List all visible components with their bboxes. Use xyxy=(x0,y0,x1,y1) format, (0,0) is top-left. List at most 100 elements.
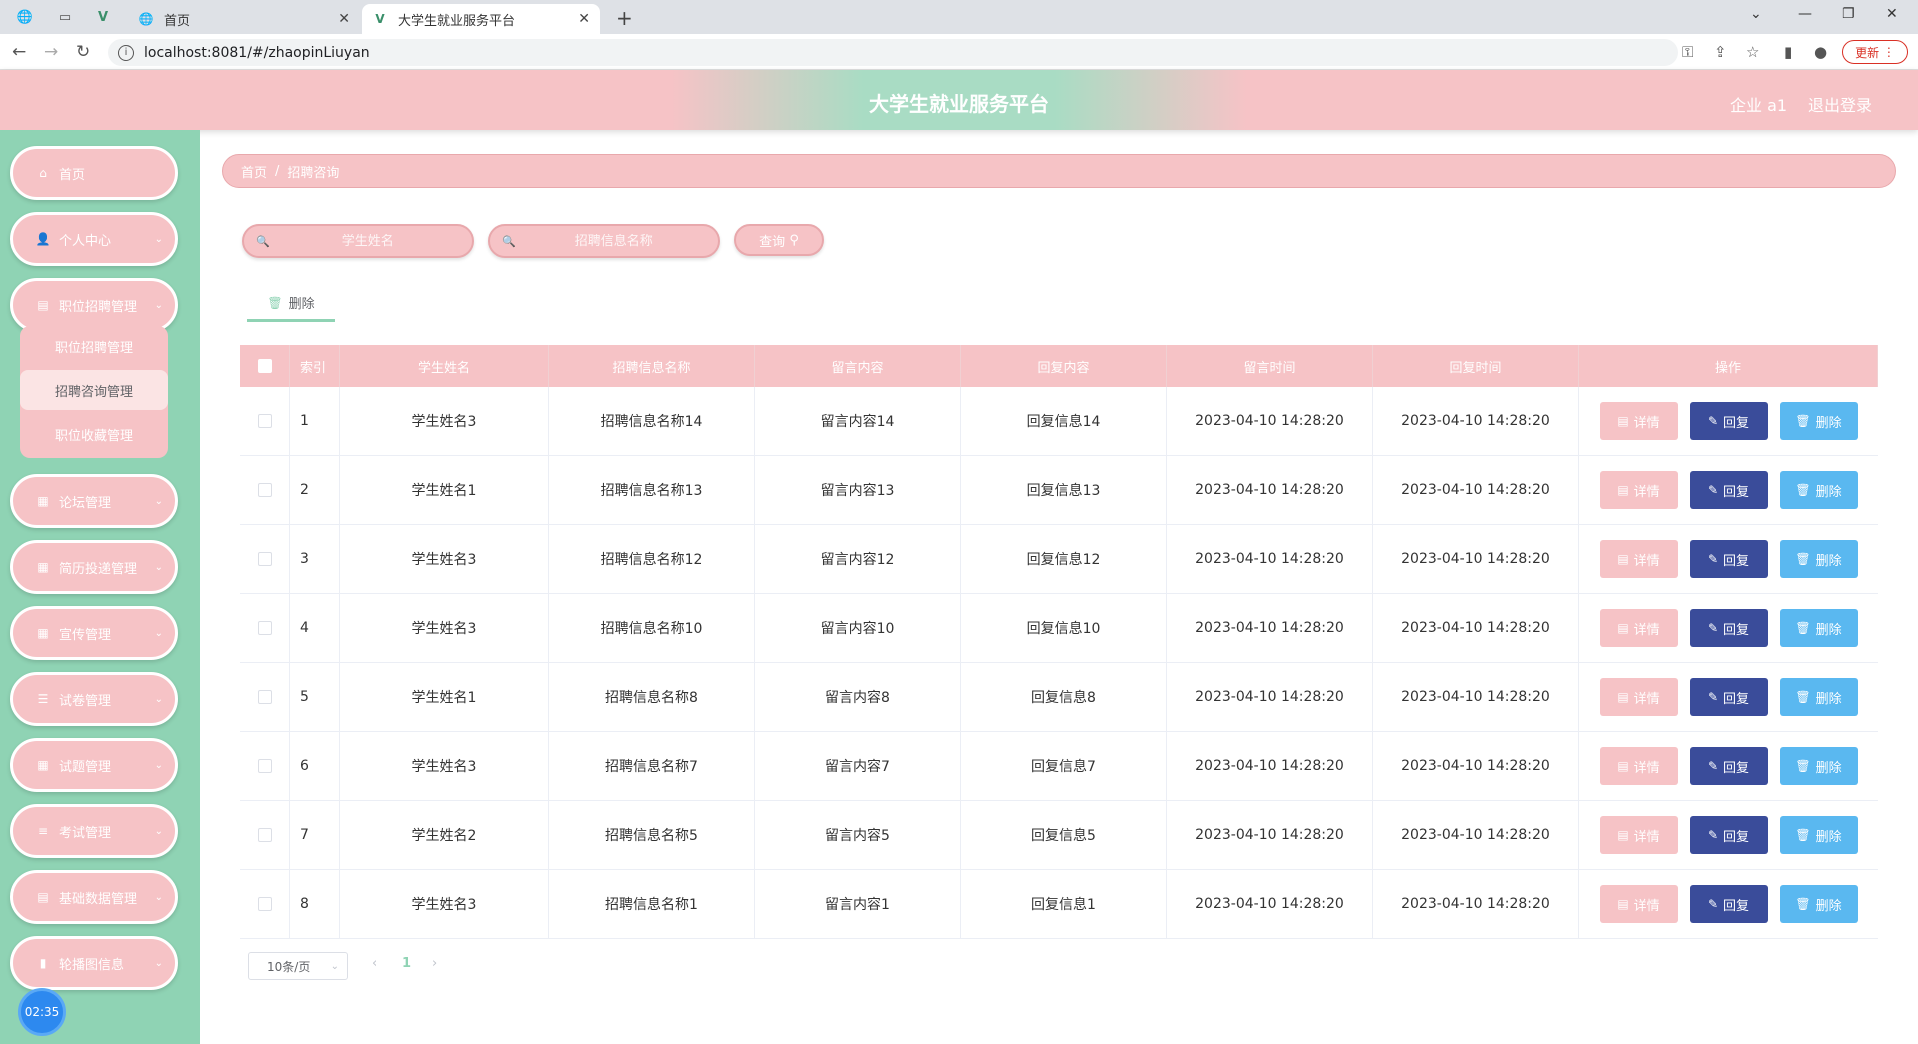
query-button[interactable]: 查询 ⚲ xyxy=(734,224,824,256)
forward-icon[interactable]: → xyxy=(44,42,58,62)
cell-info-name: 招聘信息名称13 xyxy=(549,456,755,524)
sidepanel-icon[interactable]: ▮ xyxy=(1784,43,1792,61)
detail-button[interactable]: ▤ 详情 xyxy=(1599,609,1678,647)
sidebar-subitem-favorites[interactable]: 职位收藏管理 xyxy=(20,414,168,454)
page-size-select[interactable]: 10条/页 ⌄ xyxy=(248,952,348,980)
sidebar-item-basic-data[interactable]: ▤ 基础数据管理 ⌄ xyxy=(10,870,178,924)
reply-button[interactable]: ✎ 回复 xyxy=(1689,609,1768,647)
detail-button[interactable]: ▤ 详情 xyxy=(1599,885,1678,923)
detail-button[interactable]: ▤ 详情 xyxy=(1599,816,1678,854)
close-icon[interactable]: ✕ xyxy=(338,11,350,27)
batch-delete-button[interactable]: 🗑 删除 xyxy=(247,286,335,322)
close-window-icon[interactable]: ✕ xyxy=(1886,6,1898,22)
row-checkbox[interactable] xyxy=(257,897,272,911)
reply-button[interactable]: ✎ 回复 xyxy=(1689,540,1768,578)
sidebar-item-forum[interactable]: ▦ 论坛管理 ⌄ xyxy=(10,474,178,528)
vue-logo-icon[interactable]: V xyxy=(94,8,112,26)
info-name-search[interactable]: 🔍 xyxy=(488,224,720,258)
info-icon[interactable]: i xyxy=(118,44,134,61)
sidebar-subitem-consultation[interactable]: 招聘咨询管理 xyxy=(20,370,168,410)
reply-button[interactable]: ✎ 回复 xyxy=(1689,747,1768,785)
next-page-icon[interactable]: › xyxy=(432,956,437,971)
sidebar-subitem-job-recruitment[interactable]: 职位招聘管理 xyxy=(20,326,168,366)
reply-button[interactable]: ✎ 回复 xyxy=(1689,678,1768,716)
delete-button[interactable]: 🗑 删除 xyxy=(1779,402,1858,440)
delete-button[interactable]: 🗑 删除 xyxy=(1779,609,1858,647)
row-checkbox[interactable] xyxy=(257,552,272,566)
row-select[interactable] xyxy=(240,801,290,869)
row-select[interactable] xyxy=(240,525,290,593)
reply-button[interactable]: ✎ 回复 xyxy=(1689,816,1768,854)
browser-tab-platform[interactable]: V 大学生就业服务平台 ✕ xyxy=(362,4,600,34)
detail-button[interactable]: ▤ 详情 xyxy=(1599,747,1678,785)
row-checkbox[interactable] xyxy=(257,690,272,704)
cell-index: 4 xyxy=(290,594,340,662)
sidebar-item-profile[interactable]: 👤 个人中心 ⌄ xyxy=(10,212,178,266)
sidebar-item-resume[interactable]: ▦ 简历投递管理 ⌄ xyxy=(10,540,178,594)
key-icon[interactable]: ⚿ xyxy=(1682,43,1693,61)
browser-tab-home[interactable]: 🌐 首页 ✕ xyxy=(128,4,360,34)
row-select[interactable] xyxy=(240,870,290,938)
restore-icon[interactable]: ❐ xyxy=(1842,6,1855,22)
detail-button[interactable]: ▤ 详情 xyxy=(1599,471,1678,509)
star-icon[interactable]: ☆ xyxy=(1746,43,1759,61)
delete-button[interactable]: 🗑 删除 xyxy=(1779,885,1858,923)
select-all-checkbox[interactable] xyxy=(257,359,272,373)
sidebar-item-questions[interactable]: ▦ 试题管理 ⌄ xyxy=(10,738,178,792)
logout-link[interactable]: 退出登录 xyxy=(1808,92,1872,116)
sidebar-item-exam[interactable]: ≡ 考试管理 ⌄ xyxy=(10,804,178,858)
row-checkbox[interactable] xyxy=(257,621,272,635)
row-checkbox[interactable] xyxy=(257,414,272,428)
reply-button[interactable]: ✎ 回复 xyxy=(1689,471,1768,509)
header-select-all[interactable] xyxy=(240,345,290,387)
update-button[interactable]: 更新 ⋮ xyxy=(1842,40,1908,64)
delete-button[interactable]: 🗑 删除 xyxy=(1779,747,1858,785)
table-row: 5 学生姓名1 招聘信息名称8 留言内容8 回复信息8 2023-04-10 14:28:… xyxy=(240,663,1878,732)
row-select[interactable] xyxy=(240,663,290,731)
sidebar-item-job-recruitment[interactable]: ▤ 职位招聘管理 ⌄ xyxy=(10,278,178,332)
row-select[interactable] xyxy=(240,387,290,455)
detail-button[interactable]: ▤ 详情 xyxy=(1599,540,1678,578)
detail-button[interactable]: ▤ 详情 xyxy=(1599,678,1678,716)
reply-button[interactable]: ✎ 回复 xyxy=(1689,402,1768,440)
reply-button[interactable]: ✎ 回复 xyxy=(1689,885,1768,923)
sidebar-item-paper[interactable]: ☰ 试卷管理 ⌄ xyxy=(10,672,178,726)
row-checkbox[interactable] xyxy=(257,828,272,842)
back-icon[interactable]: ← xyxy=(12,42,26,62)
breadcrumb-home[interactable]: 首页 xyxy=(241,162,267,181)
row-select[interactable] xyxy=(240,732,290,800)
sidebar-item-carousel[interactable]: ▮ 轮播图信息 ⌄ xyxy=(10,936,178,990)
delete-button[interactable]: 🗑 删除 xyxy=(1779,540,1858,578)
trash-icon: 🗑 xyxy=(1795,414,1811,428)
trash-icon: 🗑 xyxy=(1795,759,1811,773)
student-name-input[interactable] xyxy=(277,233,458,249)
delete-button[interactable]: 🗑 删除 xyxy=(1779,678,1858,716)
delete-button[interactable]: 🗑 删除 xyxy=(1779,471,1858,509)
row-select[interactable] xyxy=(240,594,290,662)
window-icon[interactable]: ▭ xyxy=(56,8,74,26)
minimize-icon[interactable]: — xyxy=(1798,6,1812,22)
profile-icon[interactable]: ● xyxy=(1814,43,1827,61)
row-checkbox[interactable] xyxy=(257,759,272,773)
close-icon[interactable]: ✕ xyxy=(578,11,590,27)
share-icon[interactable]: ⇪ xyxy=(1714,43,1727,61)
table-body: 1 学生姓名3 招聘信息名称14 留言内容14 回复信息14 2023-04-10 14:… xyxy=(240,387,1878,939)
cell-reply: 回复信息10 xyxy=(961,594,1167,662)
globe-icon[interactable]: 🌐 xyxy=(16,8,34,26)
cell-message-time: 2023-04-10 14:28:20 xyxy=(1167,801,1373,869)
reload-icon[interactable]: ↻ xyxy=(76,42,90,62)
row-checkbox[interactable] xyxy=(257,483,272,497)
detail-button[interactable]: ▤ 详情 xyxy=(1599,402,1678,440)
sidebar-item-promotion[interactable]: ▦ 宣传管理 ⌄ xyxy=(10,606,178,660)
chevron-down-icon[interactable]: ⌄ xyxy=(1750,6,1762,22)
info-name-input[interactable] xyxy=(523,233,704,249)
user-name[interactable]: 企业 a1 xyxy=(1730,92,1787,116)
delete-button[interactable]: 🗑 删除 xyxy=(1779,816,1858,854)
url-field[interactable]: i localhost:8081/#/zhaopinLiuyan xyxy=(108,39,1678,66)
new-tab-icon[interactable]: + xyxy=(616,6,633,30)
prev-page-icon[interactable]: ‹ xyxy=(372,956,377,971)
row-select[interactable] xyxy=(240,456,290,524)
page-number[interactable]: 1 xyxy=(402,956,411,971)
sidebar-item-home[interactable]: ⌂ 首页 xyxy=(10,146,178,200)
student-name-search[interactable]: 🔍 xyxy=(242,224,474,258)
